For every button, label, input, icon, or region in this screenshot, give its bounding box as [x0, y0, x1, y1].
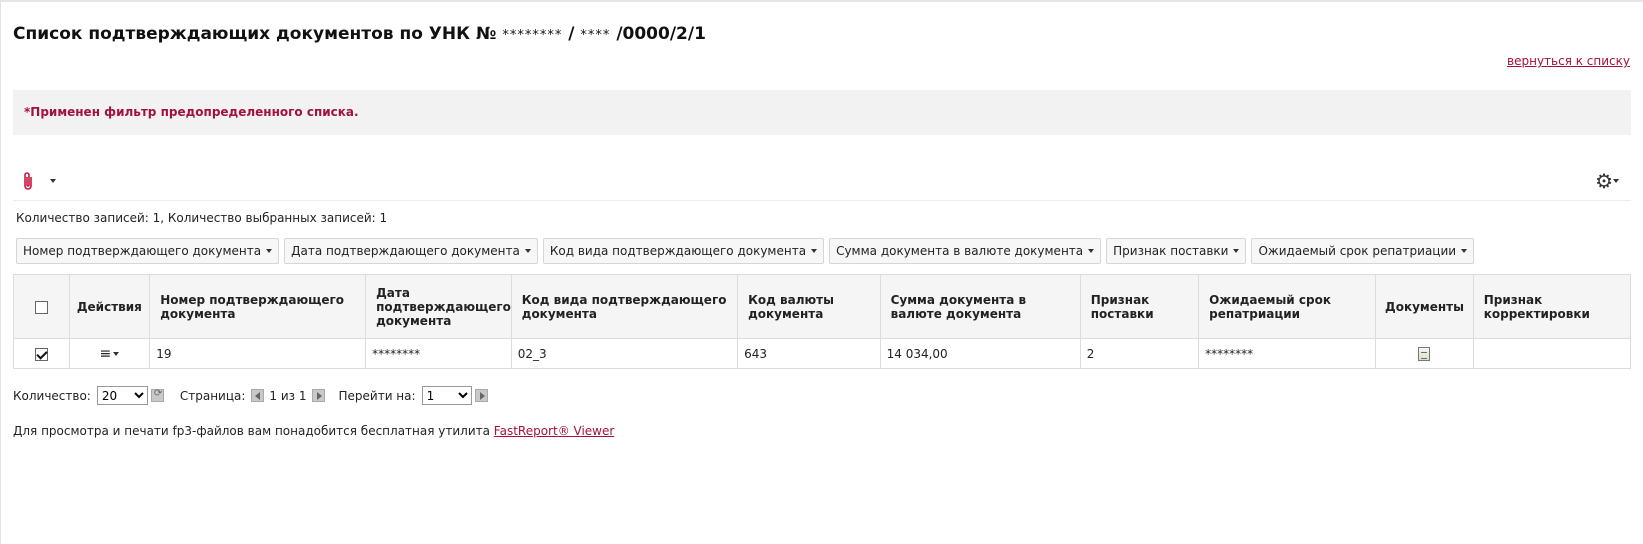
filter-button-doc-date[interactable]: Дата подтверждающего документа — [284, 238, 538, 264]
paperclip-icon[interactable] — [21, 171, 35, 196]
table-row[interactable]: ≡ 19 ******** 02_3 643 14 034,00 2 *****… — [13, 338, 1632, 369]
unk-suffix: /0000/2/1 — [616, 24, 706, 44]
toolbar: ⚙ — [13, 165, 1631, 201]
filter-label: Сумма документа в валюте документа — [836, 244, 1084, 258]
column-header-amount[interactable]: Сумма документа в валюте документа — [879, 274, 1081, 339]
back-to-list-link[interactable]: вернуться к списку — [1507, 54, 1630, 68]
actions-menu-icon[interactable]: ≡ — [100, 346, 112, 362]
filter-button-doc-number[interactable]: Номер подтверждающего документа — [16, 238, 280, 264]
column-header-documents[interactable]: Документы — [1375, 274, 1474, 339]
chevron-down-icon — [1088, 249, 1095, 253]
filter-label: Признак поставки — [1113, 244, 1229, 258]
fastreport-viewer-link[interactable]: FastReport® Viewer — [494, 424, 615, 438]
refresh-icon[interactable] — [150, 388, 164, 402]
column-header-actions[interactable]: Действия — [68, 274, 151, 339]
cell-delivery-flag: 2 — [1079, 338, 1200, 369]
filter-label: Код вида подтверждающего документа — [549, 244, 807, 258]
cell-correction-flag — [1472, 338, 1632, 369]
footer-note: Для просмотра и печати fp3-файлов вам по… — [13, 424, 614, 438]
column-filter-bar: Номер подтверждающего документа Дата под… — [16, 238, 1475, 264]
next-page-icon[interactable] — [311, 389, 325, 402]
pager: Количество: 20 Страница: 1 из 1 Перейти … — [13, 386, 488, 405]
goto-label: Перейти на: — [338, 388, 416, 403]
row-actions-cell: ≡ — [68, 338, 151, 369]
chevron-down-icon — [524, 249, 531, 253]
chevron-down-icon[interactable] — [113, 352, 120, 356]
prev-page-icon[interactable] — [251, 389, 265, 402]
column-header-correction-flag[interactable]: Признак корректировки — [1472, 274, 1632, 339]
filter-button-doc-type-code[interactable]: Код вида подтверждающего документа — [542, 238, 825, 264]
select-all-checkbox[interactable] — [34, 300, 48, 314]
filter-button-amount[interactable]: Сумма документа в валюте документа — [829, 238, 1102, 264]
unk-part-1: ******** — [502, 28, 563, 43]
table-header-row: Действия Номер подтверждающего документа… — [13, 274, 1632, 339]
page-title: Список подтверждающих документов по УНК … — [13, 24, 706, 44]
column-header-doc-type-code[interactable]: Код вида подтверждающего документа — [510, 274, 739, 339]
document-icon[interactable] — [1418, 346, 1431, 361]
title-prefix: Список подтверждающих документов по УНК … — [13, 24, 497, 44]
row-checkbox[interactable] — [34, 347, 48, 361]
records-count: Количество записей: 1, Количество выбран… — [16, 211, 388, 225]
goto-page-select[interactable]: 1 — [421, 386, 472, 405]
cell-doc-type-code: 02_3 — [510, 338, 739, 369]
filter-button-delivery-flag[interactable]: Признак поставки — [1106, 238, 1247, 264]
documents-table: Действия Номер подтверждающего документа… — [13, 274, 1632, 369]
column-header-repatriation-date[interactable]: Ожидаемый срок репатриации — [1198, 274, 1377, 339]
filter-banner: *Применен фильтр предопределенного списк… — [13, 90, 1631, 135]
filter-label: Дата подтверждающего документа — [291, 244, 520, 258]
cell-doc-date: ******** — [365, 338, 512, 369]
filter-label: Ожидаемый срок репатриации — [1258, 244, 1457, 258]
attach-menu-caret[interactable] — [50, 179, 56, 183]
column-header-doc-date[interactable]: Дата подтверждающего документа — [365, 274, 512, 339]
page-size-label: Количество: — [13, 388, 91, 403]
unk-part-2: **** — [580, 28, 611, 43]
column-header-currency-code[interactable]: Код валюты документа — [737, 274, 881, 339]
settings-menu-caret[interactable] — [1613, 179, 1619, 183]
chevron-down-icon — [1233, 249, 1240, 253]
filter-button-repatriation-date[interactable]: Ожидаемый срок репатриации — [1251, 238, 1475, 264]
chevron-down-icon — [811, 249, 818, 253]
gear-icon[interactable]: ⚙ — [1595, 169, 1613, 193]
chevron-down-icon — [266, 249, 273, 253]
filter-label: Номер подтверждающего документа — [23, 244, 262, 258]
row-select-cell — [13, 338, 70, 369]
select-all-cell — [13, 274, 70, 339]
chevron-down-icon — [1461, 249, 1468, 253]
cell-currency-code: 643 — [737, 338, 881, 369]
cell-amount: 14 034,00 — [879, 338, 1081, 369]
column-header-delivery-flag[interactable]: Признак поставки — [1079, 274, 1200, 339]
column-header-doc-number[interactable]: Номер подтверждающего документа — [149, 274, 367, 339]
goto-page-button[interactable] — [474, 389, 488, 402]
page-info: 1 из 1 — [269, 388, 307, 403]
cell-doc-number: 19 — [149, 338, 367, 369]
page-label: Страница: — [179, 388, 246, 403]
footer-note-text: Для просмотра и печати fp3-файлов вам по… — [13, 424, 494, 438]
page: Список подтверждающих документов по УНК … — [0, 0, 1643, 544]
cell-documents — [1375, 338, 1474, 369]
cell-repatriation-date: ******** — [1198, 338, 1377, 369]
page-size-select[interactable]: 20 — [96, 386, 148, 405]
unk-separator: / — [568, 24, 575, 44]
